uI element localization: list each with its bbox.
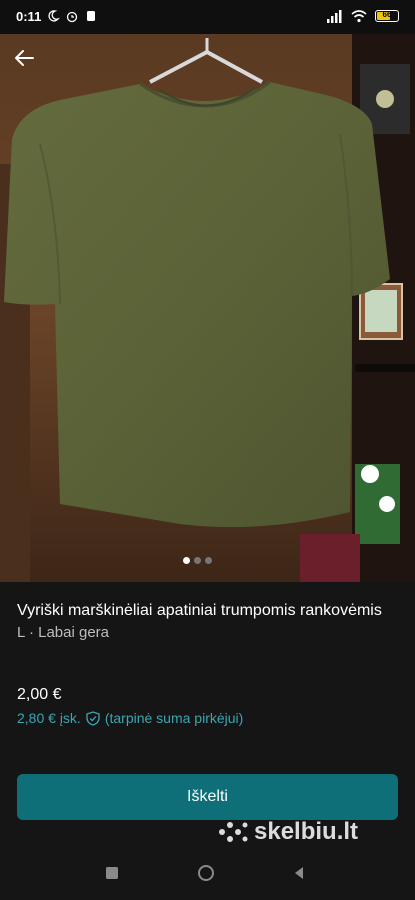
back-nav-icon[interactable] [292,866,306,880]
listing-info: Vyriški marškinėliai apatiniai trumpomis… [17,600,397,641]
shield-check-icon [86,710,100,726]
wifi-icon [351,10,367,23]
signal-icon [327,10,342,23]
status-bar: 0:11 66 [0,0,415,34]
price-incl-value: 2,80 € įsk. [17,710,81,726]
listing-title: Vyriški marškinėliai apatiniai trumpomis… [17,602,382,619]
listing-price: 2,00 € [17,686,62,703]
brand-logo-icon [219,822,248,842]
battery-icon: 66 [375,10,399,22]
home-icon[interactable] [197,864,215,882]
status-left-icons [46,9,98,23]
status-time: 0:11 [16,9,42,24]
brand-name: skelbiu.lt [254,818,359,845]
carousel-dot[interactable] [183,557,190,564]
tshirt-image [0,34,415,582]
carousel-indicator [183,557,212,564]
carousel-dot[interactable] [205,557,212,564]
status-right-icons: 66 [327,9,399,23]
back-button[interactable] [10,44,38,72]
listing-size-condition: L · Labai gera [17,624,110,641]
price-note: (tarpinė suma pirkėjui) [104,710,244,726]
product-photo[interactable] [0,34,415,582]
battery-level: 66 [382,10,392,19]
brand-watermark: skelbiu.lt [218,818,358,846]
back-arrow-icon [15,50,34,66]
notification-icon [87,11,95,21]
system-navigation-bar [0,850,415,900]
alarm-icon [66,11,78,23]
carousel-dot[interactable] [194,557,201,564]
price-with-fees[interactable]: 2,80 € įsk. (tarpinė suma pirkėjui) [17,710,243,726]
moon-icon [48,10,60,22]
recent-apps-icon[interactable] [105,866,119,880]
bump-button[interactable]: Iškelti [17,774,398,820]
